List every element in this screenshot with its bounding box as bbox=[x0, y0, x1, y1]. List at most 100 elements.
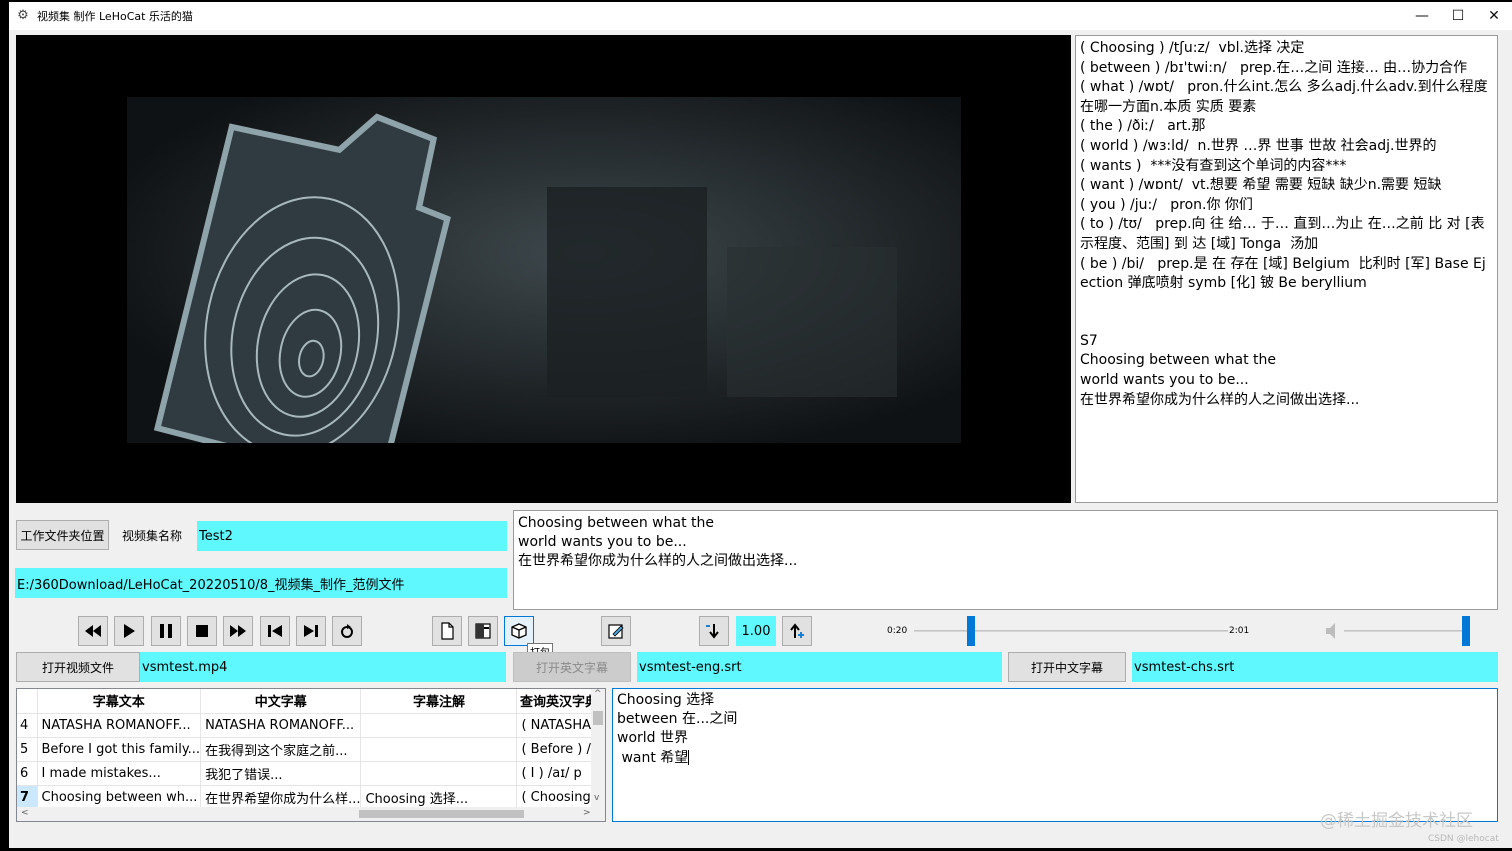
notes-line-last: want 希望 bbox=[617, 749, 1493, 768]
pause-icon bbox=[160, 624, 172, 638]
row-index: 6 bbox=[17, 761, 38, 786]
window-controls: — ☐ ✕ bbox=[1404, 2, 1512, 30]
repeat-button[interactable] bbox=[332, 616, 362, 646]
open-video-button[interactable]: 打开视频文件 bbox=[16, 652, 140, 682]
fast-forward-button[interactable] bbox=[223, 616, 253, 646]
cell-notes[interactable] bbox=[360, 761, 518, 786]
cell-dictionary[interactable]: ( I ) /aɪ/ p bbox=[516, 761, 602, 786]
stop-icon bbox=[196, 625, 208, 637]
dict-line: ( the ) /ðiː/ art.那 bbox=[1080, 118, 1206, 135]
chinese-subtitle-file-input[interactable]: vsmtest-chs.srt bbox=[1132, 652, 1498, 682]
table-row[interactable]: 5 Before I got this family... 在我得到这个家庭之前… bbox=[17, 737, 602, 762]
rewind-button[interactable] bbox=[78, 616, 108, 646]
cell-subtitle-text[interactable]: Choosing between wh... bbox=[37, 785, 202, 810]
volume-slider-thumb[interactable] bbox=[1462, 616, 1470, 646]
cell-subtitle-text[interactable]: I made mistakes... bbox=[37, 761, 202, 786]
next-subtitle-button[interactable] bbox=[296, 616, 326, 646]
workspace-folder-button[interactable]: 工作文件夹位置 bbox=[16, 520, 109, 550]
volume-icon bbox=[1324, 621, 1340, 641]
edit-icon bbox=[608, 624, 624, 639]
column-header-index bbox=[17, 689, 38, 714]
previous-icon bbox=[268, 625, 282, 637]
dict-line: ( want ) /wɒnt/ vt.想要 希望 需要 短缺 缺少n.需要 短缺 bbox=[1080, 177, 1442, 194]
dict-entry-id: S7 bbox=[1080, 332, 1098, 349]
new-file-button[interactable] bbox=[432, 616, 462, 646]
scroll-right-icon[interactable]: > bbox=[583, 808, 591, 818]
notes-editor[interactable]: Choosing 选择 between 在...之间 world 世界 want… bbox=[612, 688, 1498, 822]
open-file-button[interactable] bbox=[468, 616, 498, 646]
vertical-scroll-thumb[interactable] bbox=[593, 711, 603, 725]
horizontal-scroll-thumb[interactable] bbox=[359, 810, 524, 818]
dictionary-panel[interactable]: ( Choosing ) /tʃu:z/ vbl.选择 决定 ( between… bbox=[1075, 35, 1498, 503]
speed-down-button[interactable] bbox=[699, 616, 729, 646]
cell-notes[interactable]: Choosing 选择... bbox=[360, 785, 518, 810]
maximize-button[interactable]: ☐ bbox=[1440, 2, 1476, 30]
open-chinese-subtitle-button[interactable]: 打开中文字幕 bbox=[1008, 652, 1126, 682]
watermark: @稀土掘金技术社区 bbox=[1320, 811, 1473, 831]
cell-subtitle-text[interactable]: Before I got this family... bbox=[37, 737, 202, 762]
video-frame bbox=[127, 97, 961, 443]
column-header-chinese[interactable]: 中文字幕 bbox=[200, 689, 362, 714]
cell-chinese[interactable]: 在世界希望你成为什么样... bbox=[200, 785, 362, 810]
close-button[interactable]: ✕ bbox=[1476, 2, 1512, 30]
position-slider-thumb[interactable] bbox=[966, 616, 975, 646]
dict-line: ( what ) /wɒt/ pron.什么int.怎么 多么adj.什么adv… bbox=[1080, 79, 1493, 115]
workspace-path-input[interactable]: E:/360Download/LeHoCat_20220510/8_视频集_制作… bbox=[15, 568, 507, 598]
cell-dictionary[interactable]: ( Choosing ) bbox=[516, 785, 602, 810]
speed-up-button[interactable] bbox=[782, 616, 812, 646]
dict-line: ( world ) /wɜ:ld/ n.世界 …界 世事 世故 社会adj.世界… bbox=[1080, 137, 1437, 154]
edit-notes-button[interactable] bbox=[601, 616, 631, 646]
play-icon bbox=[124, 624, 135, 638]
dict-entry-line: 在世界希望你成为什么样的人之间做出选择... bbox=[1080, 391, 1360, 408]
dict-line: ( you ) /ju:/ pron.你 你们 bbox=[1080, 196, 1253, 213]
cell-dictionary[interactable]: ( Before ) /l bbox=[516, 737, 602, 762]
next-icon bbox=[304, 625, 318, 637]
table-vertical-scrollbar[interactable]: ^ v bbox=[591, 689, 605, 807]
dict-entry-line: Choosing between what the bbox=[1080, 352, 1276, 369]
english-subtitle-file-input[interactable]: vsmtest-eng.srt bbox=[637, 652, 1002, 682]
arrow-down-icon bbox=[706, 624, 719, 639]
open-english-subtitle-button[interactable]: 打开英文字幕 bbox=[513, 652, 631, 682]
video-frame-image bbox=[127, 97, 961, 443]
previous-subtitle-button[interactable] bbox=[260, 616, 290, 646]
scroll-down-icon[interactable]: v bbox=[594, 793, 599, 803]
subtitle-table[interactable]: 字幕文本 中文字幕 字幕注解 查询英汉字典 4 NATASHA ROMANOFF… bbox=[16, 688, 606, 822]
notes-line: world 世界 bbox=[617, 730, 688, 747]
pause-button[interactable] bbox=[151, 616, 181, 646]
window-title: 视频集 制作 LeHoCat 乐活的猫 bbox=[37, 10, 193, 23]
table-row[interactable]: 4 NATASHA ROMANOFF... NATASHA ROMANOFF..… bbox=[17, 713, 602, 738]
scroll-up-icon[interactable]: ^ bbox=[594, 689, 602, 699]
play-button[interactable] bbox=[114, 616, 144, 646]
column-header-notes[interactable]: 字幕注解 bbox=[360, 689, 518, 714]
position-slider-track[interactable] bbox=[914, 630, 1228, 632]
cell-notes[interactable] bbox=[360, 737, 518, 762]
cell-dictionary[interactable]: ( NATASHA bbox=[516, 713, 602, 738]
collection-name-input[interactable]: Test2 bbox=[197, 521, 507, 551]
scroll-left-icon[interactable]: < bbox=[21, 808, 29, 818]
minimize-button[interactable]: — bbox=[1404, 2, 1440, 30]
row-index: 4 bbox=[17, 713, 38, 738]
volume-slider-track[interactable] bbox=[1344, 630, 1466, 632]
column-header-subtitle-text[interactable]: 字幕文本 bbox=[37, 689, 202, 714]
table-row-current[interactable]: 7 Choosing between wh... 在世界希望你成为什么样... … bbox=[17, 785, 602, 810]
app-window: ⚙ 视频集 制作 LeHoCat 乐活的猫 — ☐ ✕ (Choosing)… bbox=[9, 2, 1512, 848]
video-player[interactable] bbox=[16, 35, 1071, 503]
cell-subtitle-text[interactable]: NATASHA ROMANOFF... bbox=[37, 713, 202, 738]
table-horizontal-scrollbar[interactable]: < > bbox=[17, 807, 605, 821]
cell-chinese[interactable]: NATASHA ROMANOFF... bbox=[200, 713, 362, 738]
cell-chinese[interactable]: 我犯了错误... bbox=[200, 761, 362, 786]
package-button[interactable] bbox=[504, 616, 534, 646]
cell-notes[interactable] bbox=[360, 713, 518, 738]
video-file-input[interactable]: vsmtest.mp4 bbox=[140, 652, 506, 682]
collection-name-label: 视频集名称 bbox=[122, 528, 183, 543]
table-row[interactable]: 6 I made mistakes... 我犯了错误... ( I ) /aɪ/… bbox=[17, 761, 602, 786]
app-gear-icon: ⚙ bbox=[17, 8, 29, 23]
dict-line: ( wants ) ***没有查到这个单词的内容*** bbox=[1080, 157, 1347, 174]
notes-line: between 在...之间 bbox=[617, 711, 738, 728]
column-header-dictionary[interactable]: 查询英汉字典 bbox=[516, 689, 602, 714]
stop-button[interactable] bbox=[187, 616, 217, 646]
subtitle-line: 在世界希望你成为什么样的人之间做出选择... bbox=[518, 553, 798, 570]
cell-chinese[interactable]: 在我得到这个家庭之前... bbox=[200, 737, 362, 762]
dict-entry-line: world wants you to be... bbox=[1080, 371, 1249, 388]
current-subtitle-panel[interactable]: Choosing between what the world wants yo… bbox=[513, 510, 1498, 610]
